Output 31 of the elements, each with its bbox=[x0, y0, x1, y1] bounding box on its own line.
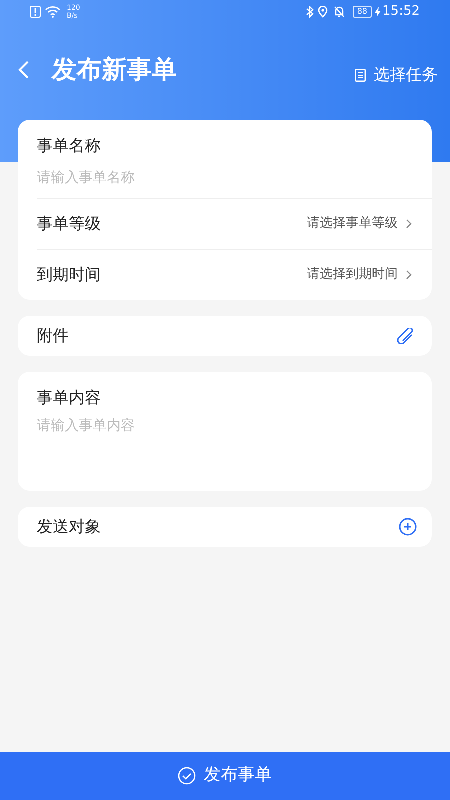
page-title: 发布新事单 bbox=[52, 54, 177, 86]
add-button[interactable] bbox=[399, 518, 417, 536]
charging-icon bbox=[374, 7, 381, 17]
document-icon bbox=[355, 68, 366, 82]
wifi-icon bbox=[45, 6, 61, 18]
back-icon bbox=[18, 61, 29, 79]
add-icon bbox=[399, 518, 417, 536]
field-label: 到期时间 bbox=[37, 264, 101, 286]
chevron-right-icon bbox=[406, 270, 412, 280]
picker-button[interactable]: 请选择到期时间 bbox=[307, 265, 412, 285]
clock-time: 15:52 bbox=[382, 3, 420, 22]
field-label: 事单名称 bbox=[37, 135, 102, 157]
content-field[interactable]: 事单内容 请输入事单内容 bbox=[18, 372, 432, 491]
field-label: 事单等级 bbox=[37, 213, 101, 235]
submit-button[interactable]: 发布事单 bbox=[0, 752, 450, 800]
picker-button[interactable]: 请选择事单等级 bbox=[307, 214, 412, 234]
field-label: 事单内容 bbox=[37, 387, 102, 409]
attach-button[interactable] bbox=[396, 328, 416, 344]
paperclip-icon bbox=[396, 328, 416, 344]
field-label: 发送对象 bbox=[37, 516, 101, 538]
chevron-right-icon bbox=[406, 219, 412, 229]
content-input-field[interactable]: 请输入事单内容 bbox=[37, 416, 416, 491]
field-label: 附件 bbox=[37, 325, 69, 347]
muted-bell-icon bbox=[334, 6, 346, 18]
bluetooth-icon bbox=[306, 6, 314, 18]
check-circle-icon bbox=[178, 767, 196, 785]
battery-level: 88 bbox=[353, 6, 372, 18]
name-input-field[interactable]: 请输入事单名称 bbox=[37, 158, 417, 198]
alert-icon bbox=[30, 6, 41, 18]
select-task-button[interactable]: 选择任务 bbox=[355, 63, 438, 87]
location-icon bbox=[318, 6, 328, 18]
